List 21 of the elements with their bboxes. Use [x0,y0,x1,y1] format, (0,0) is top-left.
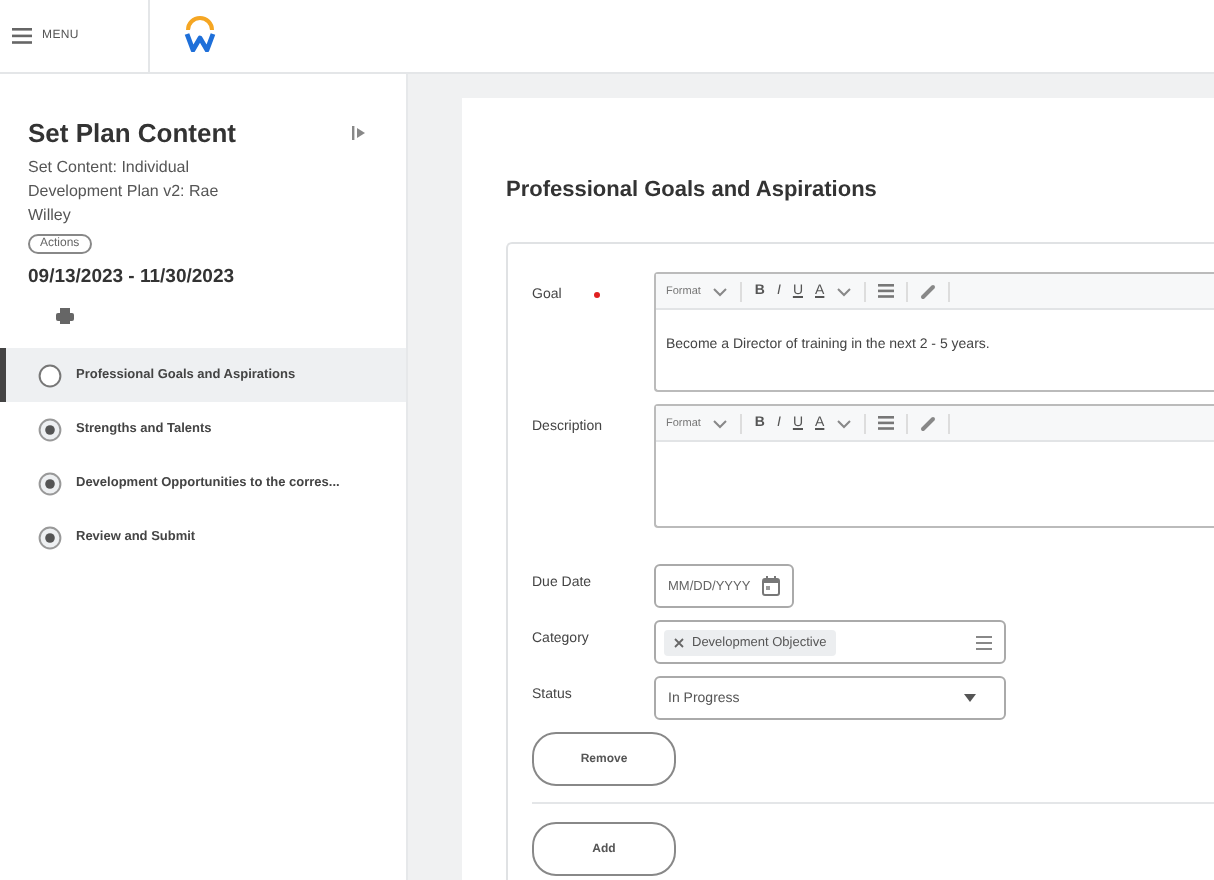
section-heading: Professional Goals and Aspirations [506,178,879,202]
dropdown-arrow-icon [964,694,976,702]
logo-icon[interactable] [184,16,216,52]
radio-dot-icon [38,471,62,495]
chevron-down-icon[interactable] [712,417,729,429]
collapse-icon[interactable] [352,126,366,140]
radio-dot-icon [38,417,62,441]
menu-icon [12,28,32,44]
list-icon[interactable] [976,635,992,649]
chevron-down-icon[interactable] [836,285,853,297]
list-icon[interactable] [878,284,895,298]
chevron-down-icon[interactable] [712,285,729,297]
close-icon[interactable] [674,637,684,647]
list-icon[interactable] [878,416,895,430]
radio-dot-icon [38,525,62,549]
circle-icon [38,363,62,387]
chevron-down-icon[interactable] [836,417,853,429]
panel-title: Set Plan Content [28,118,237,148]
date-range: 09/13/2023 - 11/30/2023 [28,266,237,288]
plan-subtitle: Set Content: Individual Development Plan v2: Rae Willey [28,156,221,228]
calendar-icon[interactable] [762,576,781,596]
